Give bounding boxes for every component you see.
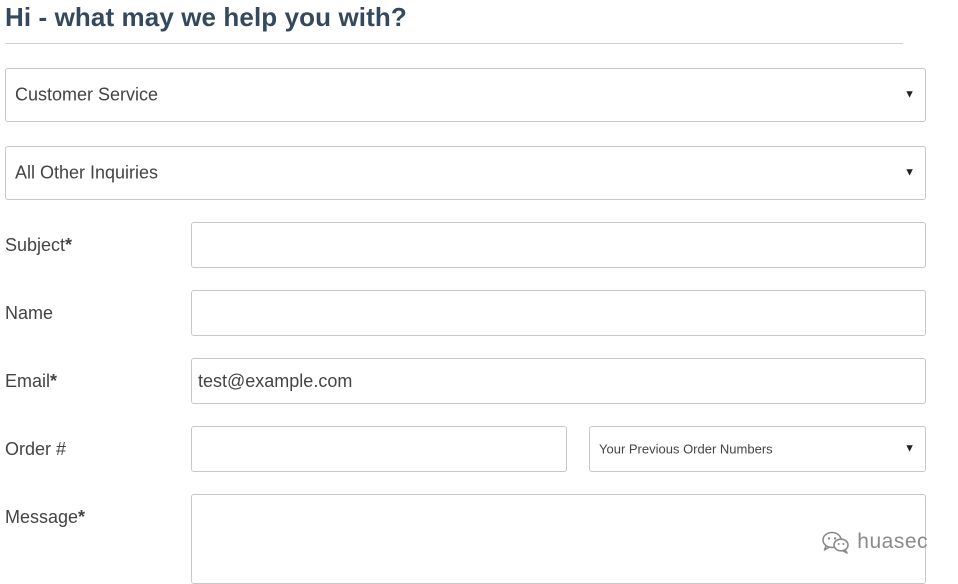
email-label-text: Email — [5, 371, 51, 391]
order-number-label-text: Order # — [5, 439, 67, 459]
watermark: huasec — [821, 530, 928, 554]
order-number-input[interactable] — [191, 426, 567, 472]
previous-orders-select[interactable]: Your Previous Order Numbers ▼ — [589, 426, 926, 472]
required-mark: * — [78, 507, 86, 527]
previous-orders-select-value: Your Previous Order Numbers — [599, 441, 773, 457]
caret-down-icon: ▼ — [904, 166, 915, 179]
message-label: Message* — [5, 507, 85, 528]
message-textarea[interactable] — [191, 494, 926, 584]
required-mark: * — [65, 235, 73, 255]
department-select-value: Customer Service — [15, 84, 159, 105]
email-input[interactable] — [191, 358, 926, 404]
name-label-text: Name — [5, 303, 54, 323]
message-label-text: Message — [5, 507, 79, 527]
caret-down-icon: ▼ — [904, 88, 915, 101]
name-input[interactable] — [191, 290, 926, 336]
order-number-label: Order # — [5, 439, 66, 460]
department-select[interactable]: Customer Service ▼ — [5, 68, 926, 122]
subject-input[interactable] — [191, 222, 926, 268]
title-divider — [5, 43, 903, 44]
inquiry-type-select[interactable]: All Other Inquiries ▼ — [5, 146, 926, 200]
caret-down-icon: ▼ — [904, 442, 915, 455]
required-mark: * — [50, 371, 58, 391]
email-label: Email* — [5, 371, 57, 392]
page-title: Hi - what may we help you with? — [5, 2, 407, 32]
name-label: Name — [5, 303, 53, 324]
watermark-text: huasec — [857, 530, 928, 553]
wechat-icon — [821, 530, 851, 554]
subject-label: Subject* — [5, 235, 72, 256]
inquiry-type-select-value: All Other Inquiries — [15, 162, 159, 183]
subject-label-text: Subject — [5, 235, 66, 255]
